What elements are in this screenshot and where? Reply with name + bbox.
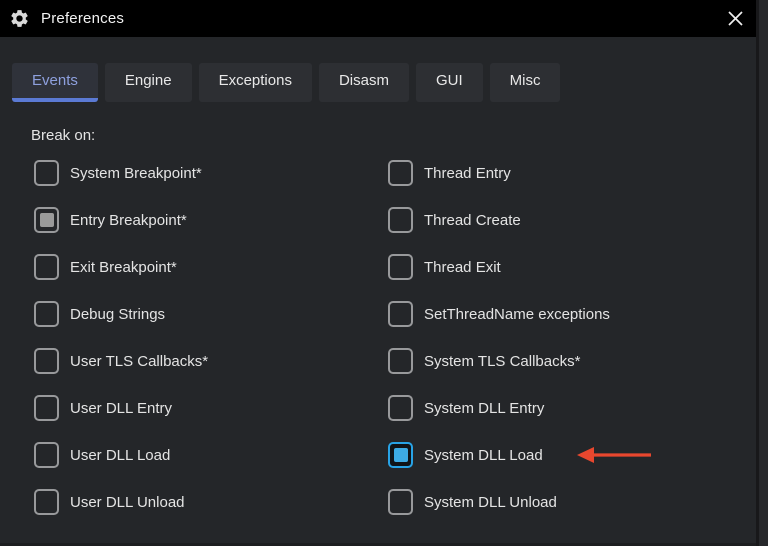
checkbox-indicator <box>388 207 413 233</box>
checkbox-indicator <box>34 489 59 515</box>
annotation-arrow-icon <box>577 446 653 464</box>
tab-misc[interactable]: Misc <box>490 63 561 102</box>
checkbox-label: System TLS Callbacks* <box>424 353 580 370</box>
tab-gui[interactable]: GUI <box>416 63 483 102</box>
checkbox-thread-create[interactable]: Thread Create <box>388 207 756 233</box>
checkbox-label: System DLL Unload <box>424 494 557 511</box>
checkbox-system-dll-unload[interactable]: System DLL Unload <box>388 489 756 515</box>
checkbox-grid: System Breakpoint* Entry Breakpoint* Exi… <box>34 160 756 536</box>
checkbox-indicator <box>34 207 59 233</box>
tab-disasm[interactable]: Disasm <box>319 63 409 102</box>
checkbox-label: Thread Create <box>424 212 521 229</box>
checkbox-label: Exit Breakpoint* <box>70 259 177 276</box>
checkbox-thread-entry[interactable]: Thread Entry <box>388 160 756 186</box>
checkbox-label: System Breakpoint* <box>70 165 202 182</box>
checkbox-indicator <box>388 301 413 327</box>
checkbox-label: User DLL Load <box>70 447 170 464</box>
checkbox-indicator <box>34 395 59 421</box>
checkbox-thread-exit[interactable]: Thread Exit <box>388 254 756 280</box>
checkbox-indicator <box>34 442 59 468</box>
checkbox-indicator <box>388 395 413 421</box>
checkbox-system-dll-entry[interactable]: System DLL Entry <box>388 395 756 421</box>
checkbox-user-dll-unload[interactable]: User DLL Unload <box>34 489 388 515</box>
checkbox-user-tls-callbacks[interactable]: User TLS Callbacks* <box>34 348 388 374</box>
window-title: Preferences <box>41 10 124 27</box>
checkbox-entry-breakpoint[interactable]: Entry Breakpoint* <box>34 207 388 233</box>
checkbox-user-dll-entry[interactable]: User DLL Entry <box>34 395 388 421</box>
titlebar[interactable]: Preferences <box>0 0 758 37</box>
checkbox-label: User TLS Callbacks* <box>70 353 208 370</box>
checkbox-indicator <box>34 254 59 280</box>
checkbox-label: Thread Exit <box>424 259 501 276</box>
checkbox-label: Thread Entry <box>424 165 511 182</box>
break-on-label: Break on: <box>31 127 756 145</box>
checkbox-label: Debug Strings <box>70 306 165 323</box>
checkbox-label: Entry Breakpoint* <box>70 212 187 229</box>
checkbox-indicator <box>34 301 59 327</box>
tab-exceptions[interactable]: Exceptions <box>199 63 312 102</box>
checkbox-system-breakpoint[interactable]: System Breakpoint* <box>34 160 388 186</box>
checkbox-label: User DLL Unload <box>70 494 185 511</box>
tab-bar: Events Engine Exceptions Disasm GUI Misc <box>12 63 756 102</box>
checkbox-label: System DLL Entry <box>424 400 544 417</box>
checkbox-indicator <box>34 160 59 186</box>
checkbox-indicator <box>34 348 59 374</box>
close-button[interactable] <box>718 4 752 34</box>
checkbox-label: System DLL Load <box>424 447 543 464</box>
dialog-body: Events Engine Exceptions Disasm GUI Misc… <box>0 37 756 536</box>
checkbox-user-dll-load[interactable]: User DLL Load <box>34 442 388 468</box>
tab-events[interactable]: Events <box>12 63 98 102</box>
checkbox-indicator <box>388 442 413 468</box>
checkbox-system-dll-load[interactable]: System DLL Load <box>388 442 756 468</box>
checkbox-indicator <box>388 160 413 186</box>
checkbox-exit-breakpoint[interactable]: Exit Breakpoint* <box>34 254 388 280</box>
checkbox-label: SetThreadName exceptions <box>424 306 610 323</box>
checkbox-indicator <box>388 489 413 515</box>
gear-icon <box>8 8 30 30</box>
checkbox-debug-strings[interactable]: Debug Strings <box>34 301 388 327</box>
checkbox-indicator <box>388 348 413 374</box>
preferences-dialog: Preferences Events Engine Exceptions Dis… <box>0 0 768 546</box>
checkbox-label: User DLL Entry <box>70 400 172 417</box>
checkbox-indicator <box>388 254 413 280</box>
checkbox-system-tls-callbacks[interactable]: System TLS Callbacks* <box>388 348 756 374</box>
window-right-border <box>756 0 768 546</box>
tab-engine[interactable]: Engine <box>105 63 192 102</box>
checkbox-setthreadname-exceptions[interactable]: SetThreadName exceptions <box>388 301 756 327</box>
